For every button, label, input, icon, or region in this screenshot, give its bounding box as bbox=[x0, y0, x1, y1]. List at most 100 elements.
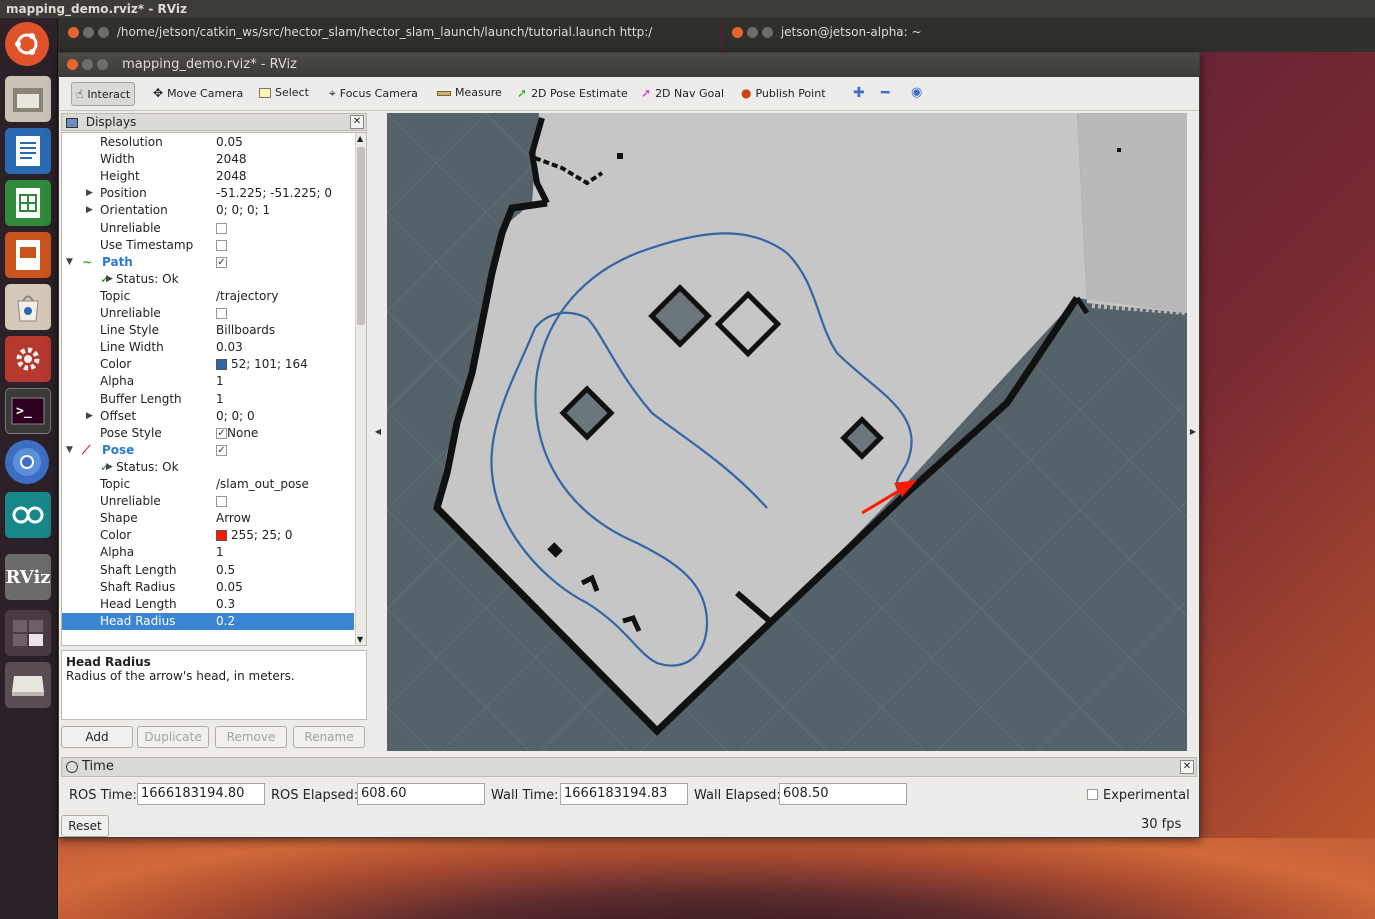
property-value-cell[interactable]: 0.05 bbox=[216, 579, 243, 596]
background-terminal-2[interactable]: jetson@jetson-alpha: ~ bbox=[722, 18, 1375, 52]
close-icon[interactable] bbox=[68, 27, 79, 38]
writer-icon[interactable] bbox=[5, 128, 51, 174]
minimize-icon[interactable] bbox=[82, 59, 93, 70]
property-row[interactable]: Shaft Length 0.5 bbox=[62, 562, 354, 579]
property-value-cell[interactable]: ✓None bbox=[216, 425, 258, 442]
scroll-down-icon[interactable]: ▼ bbox=[357, 635, 363, 644]
property-row[interactable]: Unreliable bbox=[62, 305, 354, 322]
collapse-right-icon[interactable]: ▶ bbox=[1187, 113, 1199, 751]
reset-button[interactable]: Reset bbox=[61, 815, 109, 837]
collapse-arrow-icon[interactable]: ▼ bbox=[66, 254, 73, 271]
rename-button[interactable]: Rename bbox=[293, 726, 365, 748]
property-value-cell[interactable]: ✓ bbox=[216, 442, 227, 459]
property-row[interactable]: ▶ Orientation 0; 0; 0; 1 bbox=[62, 202, 354, 219]
property-checkbox[interactable]: ✓ bbox=[216, 256, 227, 268]
property-value-cell[interactable] bbox=[216, 305, 227, 322]
property-value-cell[interactable]: 0; 0; 0; 1 bbox=[216, 202, 270, 219]
property-row[interactable]: Unreliable bbox=[62, 493, 354, 510]
displays-scrollbar[interactable]: ▲ ▼ bbox=[355, 133, 366, 645]
files-icon[interactable] bbox=[5, 76, 51, 122]
property-value-cell[interactable]: Billboards bbox=[216, 322, 275, 339]
property-value-cell[interactable]: Arrow bbox=[216, 510, 251, 527]
property-row[interactable]: ▼ ∼ Path ✓ bbox=[62, 254, 354, 271]
calc-icon[interactable] bbox=[5, 180, 51, 226]
close-icon[interactable] bbox=[67, 59, 78, 70]
property-value-cell[interactable] bbox=[216, 493, 227, 510]
remove-tool-icon[interactable]: ━ bbox=[877, 82, 893, 106]
impress-icon[interactable] bbox=[5, 232, 51, 278]
property-value-cell[interactable]: -51.225; -51.225; 0 bbox=[216, 185, 332, 202]
workspace-switcher-icon[interactable] bbox=[5, 610, 51, 656]
select-tool[interactable]: Select bbox=[255, 82, 313, 106]
property-checkbox[interactable]: ✓ bbox=[216, 444, 227, 456]
property-row[interactable]: Topic/trajectory bbox=[62, 288, 354, 305]
property-value-cell[interactable]: 52; 101; 164 bbox=[216, 356, 308, 373]
rviz-icon[interactable]: RViz bbox=[5, 554, 51, 600]
property-value-cell[interactable] bbox=[216, 237, 227, 254]
property-row[interactable]: Topic/slam_out_pose bbox=[62, 476, 354, 493]
property-row[interactable]: ▶ ✓ Status: Ok bbox=[62, 459, 354, 476]
scrollbar-thumb[interactable] bbox=[357, 147, 365, 325]
add-button[interactable]: Add bbox=[61, 726, 133, 748]
duplicate-button[interactable]: Duplicate bbox=[137, 726, 209, 748]
experimental-checkbox[interactable] bbox=[1087, 789, 1098, 800]
tool-properties-icon[interactable]: ◉ bbox=[907, 82, 926, 106]
property-row[interactable]: Color 52; 101; 164 bbox=[62, 356, 354, 373]
property-checkbox[interactable] bbox=[216, 222, 227, 234]
move-camera-tool[interactable]: ✥ Move Camera bbox=[149, 82, 247, 106]
collapse-left-icon[interactable]: ◀ bbox=[371, 113, 385, 751]
nav-goal-tool[interactable]: ➚ 2D Nav Goal bbox=[637, 82, 728, 106]
publish-point-tool[interactable]: ● Publish Point bbox=[737, 82, 830, 106]
ros-time-field[interactable]: 1666183194.80 bbox=[137, 783, 265, 805]
property-value-cell[interactable]: 255; 25; 0 bbox=[216, 527, 293, 544]
property-checkbox[interactable] bbox=[216, 308, 227, 319]
occupancy-map[interactable] bbox=[387, 113, 1187, 751]
wall-elapsed-field[interactable]: 608.50 bbox=[779, 783, 907, 805]
system-settings-icon[interactable] bbox=[5, 336, 51, 382]
maximize-icon[interactable] bbox=[97, 59, 108, 70]
property-row[interactable]: Pose Style ✓None bbox=[62, 425, 354, 442]
property-row[interactable]: ▶ Offset 0; 0; 0 bbox=[62, 408, 354, 425]
property-value-cell[interactable]: 2048 bbox=[216, 168, 247, 185]
property-value-cell[interactable]: 1 bbox=[216, 544, 224, 561]
property-row[interactable]: ▼ ⟋ Pose ✓ bbox=[62, 442, 354, 459]
minimize-icon[interactable] bbox=[83, 27, 94, 38]
property-value-cell[interactable]: 1 bbox=[216, 373, 224, 390]
terminal-icon[interactable]: >_ bbox=[5, 388, 51, 434]
close-icon[interactable] bbox=[732, 27, 743, 38]
property-checkbox[interactable] bbox=[216, 496, 227, 508]
render-viewport[interactable] bbox=[387, 113, 1187, 751]
maximize-icon[interactable] bbox=[98, 27, 109, 38]
close-panel-icon[interactable]: ✕ bbox=[350, 115, 364, 129]
color-swatch[interactable] bbox=[216, 530, 227, 542]
property-row[interactable]: Alpha 1 bbox=[62, 373, 354, 390]
property-row[interactable]: Buffer Length 1 bbox=[62, 391, 354, 408]
property-row[interactable]: Unreliable bbox=[62, 220, 354, 237]
remove-button[interactable]: Remove bbox=[215, 726, 287, 748]
property-value-cell[interactable]: 0.03 bbox=[216, 339, 243, 356]
property-row[interactable]: ▶ ✓ Status: Ok bbox=[62, 271, 354, 288]
collapse-arrow-icon[interactable]: ▼ bbox=[66, 442, 73, 459]
focus-camera-tool[interactable]: ⌖ Focus Camera bbox=[325, 82, 422, 106]
property-value-cell[interactable]: 2048 bbox=[216, 151, 247, 168]
ros-elapsed-field[interactable]: 608.60 bbox=[357, 783, 485, 805]
property-row[interactable]: Line Style Billboards bbox=[62, 322, 354, 339]
pose-estimate-tool[interactable]: ➚ 2D Pose Estimate bbox=[513, 82, 632, 106]
property-value-cell[interactable] bbox=[216, 220, 227, 237]
wall-time-field[interactable]: 1666183194.83 bbox=[560, 783, 688, 805]
property-row[interactable]: Height 2048 bbox=[62, 168, 354, 185]
background-terminal-1[interactable]: /home/jetson/catkin_ws/src/hector_slam/h… bbox=[58, 18, 720, 52]
property-row[interactable]: Head Radius 0.2 bbox=[62, 612, 354, 630]
property-value-cell[interactable]: 0; 0; 0 bbox=[216, 408, 255, 425]
property-value-cell[interactable]: 0.5 bbox=[216, 562, 235, 579]
property-row[interactable]: Line Width 0.03 bbox=[62, 339, 354, 356]
property-value-cell[interactable]: /slam_out_pose bbox=[216, 476, 309, 493]
scroll-up-icon[interactable]: ▲ bbox=[357, 134, 363, 143]
interact-tool[interactable]: ☝ Interact bbox=[71, 82, 136, 106]
chromium-icon[interactable] bbox=[5, 440, 49, 484]
property-value-cell[interactable]: 0.2 bbox=[216, 613, 235, 630]
expand-arrow-icon[interactable]: ▶ bbox=[86, 185, 93, 202]
property-row[interactable]: Alpha 1 bbox=[62, 544, 354, 561]
software-center-icon[interactable] bbox=[5, 284, 51, 330]
drive-icon[interactable] bbox=[5, 662, 51, 708]
